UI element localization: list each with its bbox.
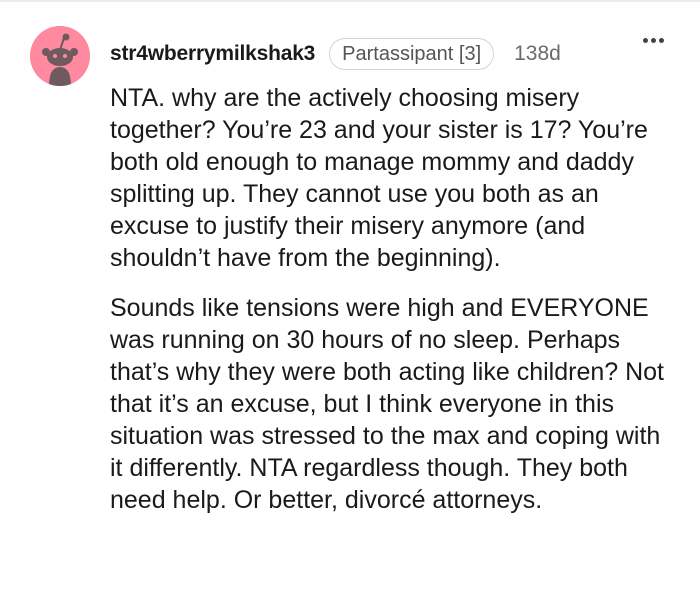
comment-body: NTA. why are the actively choosing miser… — [110, 82, 670, 516]
more-dot — [651, 38, 656, 43]
comment-paragraph: NTA. why are the actively choosing miser… — [110, 84, 648, 272]
more-dot — [643, 38, 648, 43]
comment-paragraph: Sounds like tensions were high and EVERY… — [110, 294, 665, 514]
more-options-icon[interactable] — [643, 38, 664, 43]
comment-age: 138d — [514, 42, 561, 65]
username[interactable]: str4wberrymilkshak3 — [110, 42, 315, 66]
avatar[interactable] — [30, 26, 90, 86]
comment-header: str4wberrymilkshak3 Partassipant [3] 138… — [110, 38, 561, 70]
top-divider — [0, 0, 700, 2]
more-dot — [659, 38, 664, 43]
snoo-avatar-icon — [30, 26, 90, 86]
user-flair: Partassipant [3] — [329, 38, 495, 70]
